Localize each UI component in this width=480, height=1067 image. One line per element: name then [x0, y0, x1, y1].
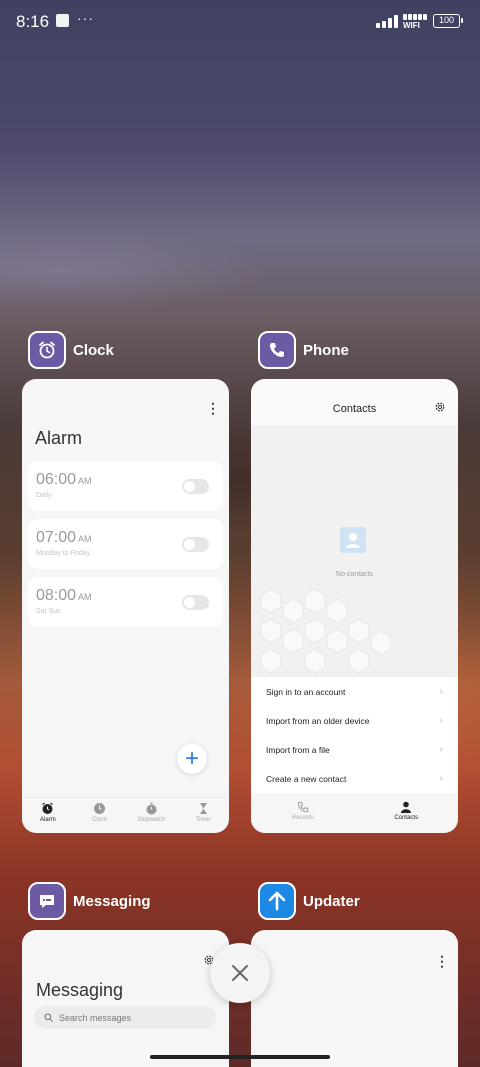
alarm-heading: Alarm	[35, 428, 83, 448]
person-icon	[401, 801, 412, 813]
action-label: Sign in to an account	[266, 686, 346, 697]
alarm-ampm: AM	[78, 476, 92, 486]
alarm-icon	[42, 802, 54, 814]
action-label: Import from a file	[266, 744, 330, 755]
status-time: 8:16	[16, 12, 50, 31]
sign-in-account-item[interactable]: Sign in to an account ›	[251, 677, 458, 706]
contacts-header: Contacts	[251, 379, 458, 425]
alarm-repeat: Daily	[36, 492, 52, 499]
action-label: Import from an older device	[266, 715, 370, 726]
tab-clock[interactable]: Clock	[74, 798, 126, 833]
alarm-item[interactable]: 08:00 AM Sat Sun	[28, 577, 223, 627]
chevron-right-icon: ›	[439, 715, 443, 726]
clock-bottom-nav: Alarm Clock Stopwatch Timer	[22, 797, 229, 833]
tab-label: Recents	[291, 815, 314, 821]
clock-icon	[94, 803, 106, 814]
app-header-messaging[interactable]: Messaging	[28, 882, 151, 920]
tab-label: Stopwatch	[137, 817, 166, 823]
alarm-ampm: AM	[78, 534, 92, 544]
app-title: Clock	[73, 341, 114, 359]
alarm-toggle[interactable]	[182, 595, 209, 610]
search-messages-input[interactable]: Search messages	[34, 1006, 216, 1029]
gear-icon[interactable]	[434, 401, 446, 413]
app-title: Updater	[303, 892, 360, 910]
contact-actions: Sign in to an account › Import from an ol…	[251, 677, 458, 793]
app-header-clock[interactable]: Clock	[28, 331, 114, 369]
empty-state-text: No contacts	[336, 571, 373, 578]
hourglass-icon	[199, 803, 207, 814]
alarm-repeat: Sat Sun	[36, 608, 61, 615]
arrow-up-icon[interactable]	[258, 882, 296, 920]
app-card-clock[interactable]: ⋮ Alarm 06:00 AM Daily 07:00 AM Monday to …	[22, 379, 229, 833]
tab-label: Contacts	[394, 815, 419, 821]
chevron-right-icon: ›	[439, 686, 443, 697]
chevron-right-icon: ›	[439, 773, 443, 784]
more-notifications-icon: ···	[77, 10, 94, 26]
app-card-updater[interactable]: ⋮	[251, 930, 458, 1067]
person-placeholder-icon	[340, 527, 366, 553]
wifi-icon: WIFI	[403, 13, 429, 30]
alarm-toggle[interactable]	[182, 479, 209, 494]
home-indicator[interactable]	[150, 1055, 330, 1059]
tab-timer[interactable]: Timer	[177, 798, 229, 833]
app-title: Messaging	[73, 892, 151, 910]
app-card-messaging[interactable]: Messaging Search messages	[22, 930, 229, 1067]
clear-all-button[interactable]	[210, 943, 270, 1003]
tab-recents[interactable]: Recents	[251, 797, 355, 833]
tab-contacts[interactable]: Contacts	[355, 797, 459, 833]
tab-label: Alarm	[40, 817, 56, 823]
app-header-phone[interactable]: Phone	[258, 331, 349, 369]
message-icon[interactable]	[28, 882, 66, 920]
contacts-empty-area: No contacts	[251, 425, 458, 677]
signal-icon	[376, 14, 400, 28]
alarm-item[interactable]: 06:00 AM Daily	[28, 461, 223, 511]
alarm-clock-icon[interactable]	[28, 331, 66, 369]
import-older-device-item[interactable]: Import from an older device ›	[251, 706, 458, 735]
more-options-icon[interactable]: ⋮	[206, 401, 220, 415]
alarm-toggle[interactable]	[182, 537, 209, 552]
battery-icon: 100	[433, 14, 463, 28]
search-icon	[44, 1013, 53, 1022]
wifi-label: WIFI	[403, 21, 420, 30]
alarm-repeat: Monday to Friday	[36, 550, 91, 557]
app-title: Phone	[303, 341, 349, 359]
import-file-item[interactable]: Import from a file ›	[251, 735, 458, 764]
phone-icon[interactable]	[258, 331, 296, 369]
alarm-time: 07:00	[36, 529, 77, 546]
more-options-icon[interactable]: ⋮	[435, 954, 449, 968]
tab-label: Timer	[195, 817, 211, 823]
alarm-ampm: AM	[78, 592, 92, 602]
contacts-title: Contacts	[332, 403, 377, 415]
alarm-time: 06:00	[36, 471, 77, 488]
hexagon-pattern	[260, 588, 391, 674]
app-header-updater[interactable]: Updater	[258, 882, 360, 920]
add-alarm-button[interactable]: +	[177, 744, 207, 774]
notification-icon	[56, 14, 69, 27]
tab-alarm[interactable]: Alarm	[22, 798, 74, 833]
action-label: Create a new contact	[266, 773, 347, 784]
alarm-item[interactable]: 07:00 AM Monday to Friday	[28, 519, 223, 569]
phone-bottom-nav: Recents Contacts	[251, 797, 458, 833]
alarm-time: 08:00	[36, 587, 77, 604]
phone-icon	[297, 801, 308, 813]
status-bar: 8:16 ··· WIFI 100	[0, 0, 480, 42]
tab-stopwatch[interactable]: Stopwatch	[126, 798, 178, 833]
tab-label: Clock	[92, 817, 108, 823]
close-icon	[232, 965, 248, 981]
search-placeholder: Search messages	[59, 1012, 132, 1023]
messaging-heading: Messaging	[36, 980, 124, 1000]
chevron-right-icon: ›	[439, 744, 443, 755]
create-contact-item[interactable]: Create a new contact ›	[251, 764, 458, 793]
stopwatch-icon	[146, 802, 157, 815]
app-card-phone[interactable]: Contacts No contacts Sign in to an accou…	[251, 379, 458, 833]
